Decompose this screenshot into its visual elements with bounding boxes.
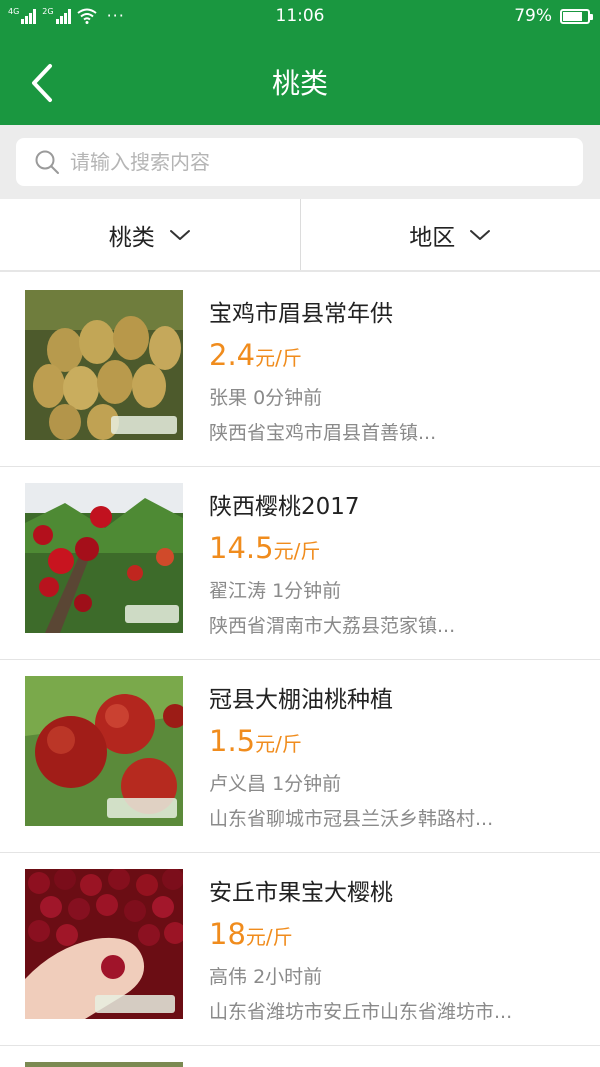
listing-price: 18元/斤 [209,917,293,951]
price-unit: 元/斤 [255,732,302,756]
filter-region[interactable]: 地区 [299,199,600,270]
status-bar: 4G 2G ··· 11:06 79% [0,0,600,34]
listing-meta: 张果 0分钟前 [209,383,322,410]
product-image [25,676,183,826]
list-item[interactable]: 安丘市果宝大樱桃 18元/斤 高伟 2小时前 山东省潍坊市安丘市山东省潍坊市..… [0,853,600,1046]
battery-icon [560,8,593,24]
listing-title: 安丘市果宝大樱桃 [209,880,393,906]
listing-location: 陕西省宝鸡市眉县首善镇... [209,422,437,444]
price-value: 18 [209,917,246,951]
nectarine-photo [25,676,183,826]
page-title: 桃类 [271,67,328,100]
app-header: 4G 2G ··· 11:06 79% 桃类 [0,0,600,125]
search-input[interactable] [70,150,550,174]
search-box[interactable] [16,138,583,186]
filter-category[interactable]: 桃类 [0,199,300,270]
battery-percent: 79% [514,6,552,26]
price-unit: 元/斤 [273,539,321,563]
post-time: 1分钟前 [272,580,342,602]
seller-name: 卢义昌 [209,773,267,795]
price-value: 14.5 [209,531,274,565]
cherries-in-hand-photo [25,869,183,1019]
post-time: 2小时前 [253,966,323,988]
chevron-down-icon [470,229,491,240]
filter-category-label: 桃类 [108,224,155,251]
clock: 11:06 [275,6,325,26]
listing-meta: 翟江涛 1分钟前 [209,576,341,603]
cherry-photo [25,483,183,633]
listing-meta: 高伟 2小时前 [209,962,322,989]
filter-bar: 桃类 地区 [0,199,600,272]
battery-fill [563,11,582,21]
product-image [25,483,183,633]
price-unit: 元/斤 [245,925,293,949]
list-item[interactable]: 宝鸡市眉县常年供 2.4元/斤 张果 0分钟前 陕西省宝鸡市眉县首善镇... [0,274,600,467]
list-item[interactable]: 冠县大棚油桃种植 1.5元/斤 卢义昌 1分钟前 山东省聊城市冠县兰沃乡韩路村.… [0,660,600,853]
listing-location: 山东省聊城市冠县兰沃乡韩路村... [209,808,494,830]
listing-price: 2.4元/斤 [209,338,302,372]
list-item[interactable]: 陕西樱桃2017 14.5元/斤 翟江涛 1分钟前 陕西省渭南市大荔县范家镇..… [0,467,600,660]
listing-title: 冠县大棚油桃种植 [209,687,393,713]
listing-title: 陕西樱桃2017 [209,494,360,520]
listing-price: 1.5元/斤 [209,724,302,758]
listing-meta: 卢义昌 1分钟前 [209,769,341,796]
kiwi-photo [25,290,183,440]
price-value: 2.4 [209,338,256,372]
listing-price: 14.5元/斤 [209,531,320,565]
search-bar [0,125,600,199]
chevron-down-icon [169,229,190,240]
price-value: 1.5 [209,724,256,758]
seller-name: 张果 [209,387,248,409]
product-image [25,869,183,1019]
listing-location: 陕西省渭南市大荔县范家镇... [209,615,456,637]
price-unit: 元/斤 [255,346,302,370]
status-right: 79% [514,6,593,26]
post-time: 0分钟前 [253,387,323,409]
search-icon [35,150,59,174]
listing-title: 宝鸡市眉县常年供 [209,301,393,327]
filter-region-label: 地区 [409,224,456,251]
post-time: 1分钟前 [272,773,342,795]
seller-name: 高伟 [209,966,248,988]
seller-name: 翟江涛 [209,580,267,602]
product-image [25,290,183,440]
next-item-image [25,1062,183,1067]
listing-location: 山东省潍坊市安丘市山东省潍坊市... [209,1001,513,1023]
product-list: 宝鸡市眉县常年供 2.4元/斤 张果 0分钟前 陕西省宝鸡市眉县首善镇... 陕… [0,274,600,1046]
